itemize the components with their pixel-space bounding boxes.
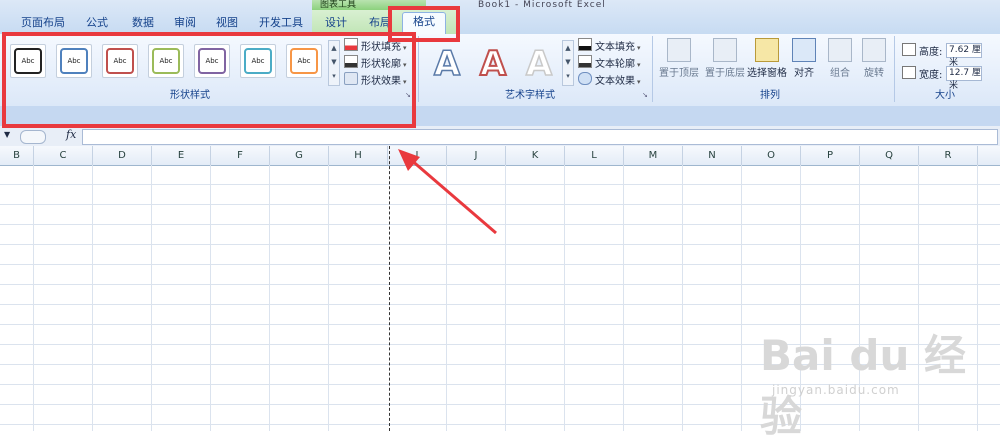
text-effect-icon (578, 72, 592, 85)
column-header[interactable]: G (270, 146, 329, 165)
dialog-launcher-icon[interactable]: ↘ (642, 91, 648, 99)
text-effect-label: 文本效果 (595, 76, 635, 87)
gridline (328, 165, 329, 431)
wordart-style-2[interactable]: A (474, 43, 512, 85)
column-header[interactable]: Q (860, 146, 919, 165)
height-label: 高度: (902, 43, 942, 58)
column-header[interactable]: B (0, 146, 34, 165)
column-header[interactable]: M (624, 146, 683, 165)
column-header[interactable]: H (329, 146, 388, 165)
width-icon (902, 66, 916, 79)
column-header[interactable]: R (919, 146, 978, 165)
column-header[interactable]: C (34, 146, 93, 165)
rotate-icon (862, 38, 886, 62)
align-icon (792, 38, 816, 62)
annotation-arrow (398, 149, 497, 235)
group-separator (894, 36, 895, 102)
tab-formulas[interactable]: 公式 (78, 14, 116, 32)
group-label-wordart-styles: 艺术字样式 (505, 90, 555, 101)
tab-design[interactable]: 设计 (318, 14, 354, 32)
gridline (151, 165, 152, 431)
bring-front-icon (667, 38, 691, 62)
tab-review[interactable]: 审阅 (166, 14, 204, 32)
text-fill-button[interactable]: 文本填充 ▾ (578, 38, 641, 53)
column-header[interactable]: E (152, 146, 211, 165)
rotate-button[interactable]: 旋转 (860, 38, 888, 79)
selection-pane-icon (755, 38, 779, 62)
selection-pane-label: 选择窗格 (747, 68, 787, 79)
wordart-style-1[interactable]: A (428, 43, 466, 85)
gridline (210, 165, 211, 431)
column-header[interactable]: O (742, 146, 801, 165)
wordart-scroll[interactable]: ▲ ▼ ▾ (562, 40, 574, 86)
gridline (682, 165, 683, 431)
formula-bar-toggle[interactable] (20, 130, 46, 144)
group-icon (828, 38, 852, 62)
window-title: Book1 - Microsoft Excel (478, 0, 606, 10)
height-icon (902, 43, 916, 56)
text-fill-label: 文本填充 (595, 42, 635, 53)
highlight-shape-styles (2, 32, 416, 128)
bring-to-front-button[interactable]: 置于顶层 (656, 38, 702, 79)
tab-data[interactable]: 数据 (124, 14, 162, 32)
align-button[interactable]: 对齐 (790, 38, 818, 79)
formula-input[interactable] (82, 129, 998, 145)
group-separator (418, 36, 419, 102)
align-label: 对齐 (794, 68, 814, 79)
bring-to-front-label: 置于顶层 (659, 68, 699, 79)
selection-pane-button[interactable]: 选择窗格 (746, 38, 788, 79)
send-to-back-label: 置于底层 (705, 68, 745, 79)
text-effect-button[interactable]: 文本效果 ▾ (578, 72, 641, 87)
baidu-watermark: Bai du 经验 (760, 331, 966, 441)
gridline (564, 165, 565, 431)
width-label: 宽度: (902, 66, 942, 81)
gridline (269, 165, 270, 431)
gridline (92, 165, 93, 431)
send-back-icon (713, 38, 737, 62)
group-label-size: 大小 (935, 90, 955, 101)
height-label-text: 高度: (919, 47, 943, 58)
width-label-text: 宽度: (919, 70, 943, 81)
group-button[interactable]: 组合 (826, 38, 854, 79)
height-input[interactable]: 7.62 厘米 (946, 43, 982, 68)
column-header[interactable]: P (801, 146, 860, 165)
column-header[interactable]: L (565, 146, 624, 165)
arrow-head (398, 149, 420, 171)
gridline (623, 165, 624, 431)
arrow-shaft (409, 157, 497, 235)
tab-view[interactable]: 视图 (208, 14, 246, 32)
text-outline-button[interactable]: 文本轮廓 ▾ (578, 55, 641, 70)
tab-page-layout[interactable]: 页面布局 (12, 14, 74, 32)
group-separator (652, 36, 653, 102)
text-fill-icon (578, 38, 592, 51)
column-header[interactable]: K (506, 146, 565, 165)
group-label-arrange: 排列 (760, 90, 780, 101)
name-box-dropdown-icon[interactable]: ▼ (4, 130, 10, 139)
text-outline-label: 文本轮廓 (595, 59, 635, 70)
send-to-back-button[interactable]: 置于底层 (702, 38, 748, 79)
text-outline-icon (578, 55, 592, 68)
wordart-style-3[interactable]: A (520, 43, 558, 85)
rotate-label: 旋转 (864, 68, 884, 79)
group-label: 组合 (830, 68, 850, 79)
gridline (741, 165, 742, 431)
gridline (33, 165, 34, 431)
column-header[interactable]: F (211, 146, 270, 165)
baidu-watermark-url: jingyan.baidu.com (772, 383, 900, 397)
width-input[interactable]: 12.7 厘米 (946, 66, 982, 91)
tab-developer[interactable]: 开发工具 (252, 14, 310, 32)
fx-icon[interactable]: fx (66, 128, 76, 141)
column-header[interactable]: N (683, 146, 742, 165)
column-header[interactable]: D (93, 146, 152, 165)
